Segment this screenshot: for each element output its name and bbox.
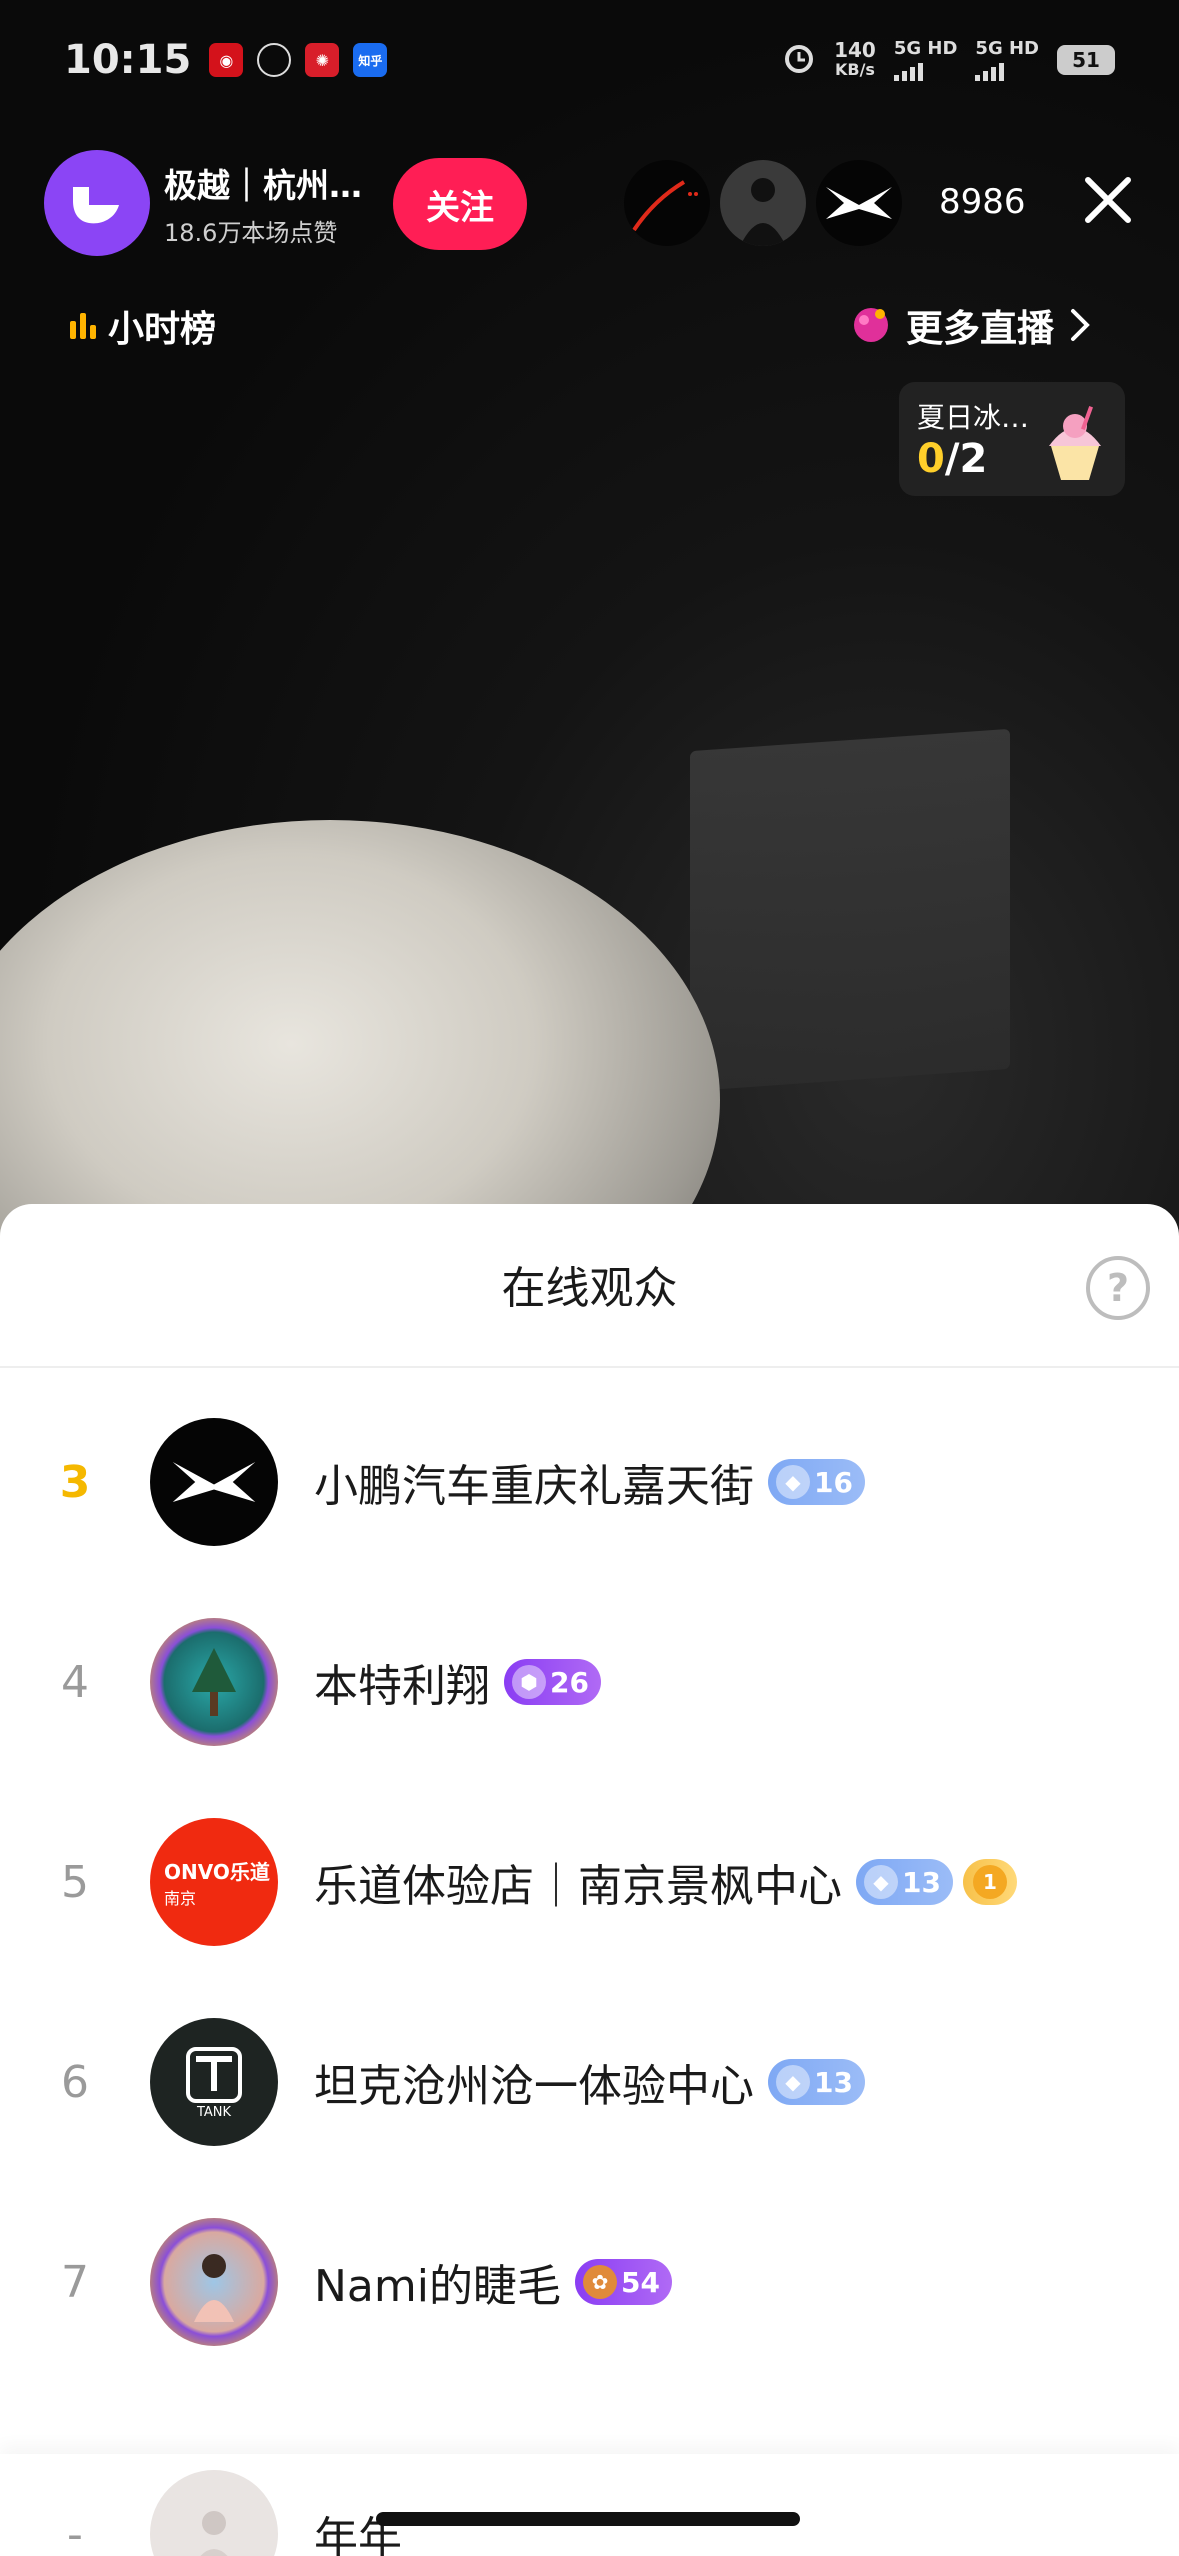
audience-row[interactable]: 7 Nami的睫毛 ✿ 54 — [0, 2202, 1179, 2362]
person-icon — [194, 2254, 234, 2322]
top-viewers[interactable] — [624, 160, 902, 246]
audience-row[interactable]: 4 本特利翔 ⬢ 26 — [0, 1602, 1179, 1762]
onvo-logo-text: ONVO乐道 — [164, 1859, 270, 1884]
task-total: /2 — [944, 436, 988, 482]
viewer-count[interactable]: 8986 — [939, 182, 1026, 222]
hourly-rank-label: 小时榜 — [108, 309, 217, 350]
coin-badge: 1 — [962, 1859, 1017, 1905]
fan-level-badge: ✿ 54 — [574, 2259, 672, 2305]
chevron-right-icon — [1071, 309, 1090, 341]
audience-row[interactable]: - 年年 — [0, 2454, 1179, 2556]
sim2-label: 5G HD — [975, 38, 1039, 59]
user-name: Nami的睫毛 — [314, 2261, 561, 2312]
audience-row[interactable]: 5 ONVO乐道 南京 乐道体验店｜南京景枫中心 ◆ 13 1 — [0, 1802, 1179, 1962]
tree-icon — [192, 1648, 236, 1716]
hexagon-icon: ⬢ — [512, 1665, 546, 1699]
rank-number: 3 — [59, 1456, 91, 1508]
network-speed: 140 KB/s — [834, 40, 876, 80]
user-name: 坦克沧州沧一体验中心 — [314, 2061, 754, 2112]
netease-music-icon: ◉ — [209, 43, 244, 77]
avatar[interactable] — [150, 1618, 278, 1746]
clock: 10:15 — [64, 37, 192, 83]
onvo-city-text: 南京 — [164, 1888, 197, 1908]
tank-logo-text: TANK — [196, 2104, 232, 2120]
user-name: 小鹏汽车重庆礼嘉天街 — [314, 1461, 754, 1512]
fan-level-badge: ◆ 13 — [856, 1859, 953, 1905]
home-indicator[interactable] — [376, 2512, 800, 2526]
viewer-avatar[interactable] — [816, 160, 902, 246]
sim2-signal: 5G HD — [975, 39, 1039, 81]
divider — [0, 1366, 1179, 1368]
viewer-avatar[interactable] — [720, 160, 806, 246]
weibo-icon: ✺ — [305, 43, 340, 77]
xpeng-logo-icon — [826, 187, 892, 219]
task-title: 夏日冰… — [917, 401, 1030, 434]
coin-icon: 1 — [972, 1865, 1007, 1899]
user-name: 乐道体验店｜南京景枫中心 — [314, 1861, 842, 1912]
avatar[interactable] — [150, 2218, 278, 2346]
follow-button[interactable]: 关注 — [393, 158, 527, 250]
summer-task-card[interactable]: 夏日冰… 0/2 — [899, 382, 1125, 496]
chat-icon — [257, 43, 292, 77]
audience-row[interactable]: 3 小鹏汽车重庆礼嘉天街 ◆ 16 — [0, 1402, 1179, 1562]
diamond-icon: ◆ — [864, 1865, 898, 1899]
sheet-title: 在线观众 — [501, 1263, 678, 1314]
task-progress: 0/2 — [917, 436, 987, 482]
fan-level-badge: ◆ 13 — [768, 2059, 865, 2105]
rank-number: 6 — [61, 2056, 89, 2108]
sim1-signal: 5G HD — [893, 38, 958, 81]
more-live-label: 更多直播 — [906, 307, 1054, 350]
tank-logo-icon — [186, 2046, 242, 2103]
status-bar: 10:15 ◉ ✺ 知乎 140 KB/s 5G HD 5G HD 51 — [0, 0, 1179, 120]
diamond-icon: ◆ — [776, 2065, 810, 2099]
host-info[interactable]: 极越｜杭州… 18.6万本场点赞 — [44, 150, 362, 256]
rank-bars-icon — [70, 313, 96, 339]
help-icon[interactable]: ? — [1086, 1256, 1150, 1320]
xpeng-logo-icon — [172, 1462, 256, 1502]
level-number: 13 — [902, 1865, 941, 1899]
level-number: 54 — [620, 2265, 660, 2299]
rank-number: 5 — [61, 1856, 89, 1908]
user-name: 年年 — [314, 2513, 402, 2556]
audience-row[interactable]: 6 TANK 坦克沧州沧一体验中心 ◆ 13 — [0, 2002, 1179, 2162]
medal-icon: ✿ — [582, 2265, 617, 2299]
host-likes: 18.6万本场点赞 — [164, 218, 338, 247]
close-icon[interactable] — [1080, 172, 1136, 228]
more-live-button[interactable]: 更多直播 — [850, 298, 1092, 352]
fan-level-badge: ⬢ 26 — [504, 1659, 601, 1705]
user-name: 本特利翔 — [314, 1661, 490, 1712]
sim1-label: 5G HD — [893, 38, 958, 59]
avatar[interactable]: ONVO乐道 南京 — [150, 1818, 278, 1946]
battery-indicator: 51 — [1057, 45, 1115, 75]
level-number: 13 — [814, 2065, 853, 2099]
lollipop-icon — [854, 308, 888, 342]
avatar[interactable] — [150, 2470, 278, 2556]
background-box — [690, 728, 1010, 1092]
fan-level-badge: ◆ 16 — [768, 1459, 865, 1505]
avatar[interactable] — [150, 1418, 278, 1546]
rank-number: 4 — [61, 1656, 89, 1708]
host-avatar[interactable] — [44, 150, 150, 256]
online-audience-sheet[interactable]: 在线观众 ? 3 小鹏汽车重庆礼嘉天街 ◆ 16 4 本特利翔 ⬢ 26 5 O… — [0, 1204, 1179, 2556]
alarm-icon — [782, 41, 816, 79]
diamond-icon: ◆ — [776, 1465, 810, 1499]
rank-number: 7 — [61, 2256, 89, 2308]
speed-unit: KB/s — [834, 60, 875, 79]
speed-value: 140 — [834, 38, 876, 62]
avatar[interactable]: TANK — [150, 2018, 278, 2146]
hourly-rank-link[interactable]: 小时榜 — [68, 300, 216, 352]
host-name: 极越｜杭州… — [164, 165, 362, 205]
level-number: 26 — [550, 1665, 589, 1699]
host-logo-icon — [73, 187, 119, 224]
level-number: 16 — [814, 1465, 853, 1499]
viewer-avatar[interactable] — [624, 160, 710, 246]
ice-cream-icon — [1049, 406, 1101, 480]
zhihu-icon: 知乎 — [353, 43, 388, 77]
fur-object — [0, 820, 720, 1240]
person-icon — [200, 2511, 228, 2556]
rank-number: - — [67, 2508, 83, 2556]
task-done: 0 — [917, 436, 945, 482]
